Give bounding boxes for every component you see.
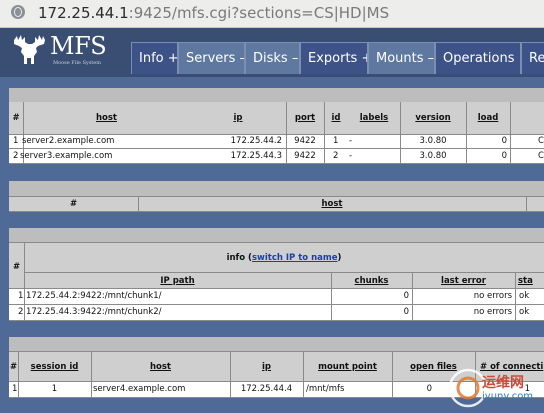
servers-cell-labels: -: [349, 151, 353, 161]
servers-col-load[interactable]: load: [466, 112, 510, 124]
mounts-cell-open-files: 0: [426, 384, 432, 394]
tab-exports[interactable]: Exports +: [300, 42, 368, 74]
mounts-cell-num: 1: [12, 384, 18, 394]
disks-col-num: #: [12, 262, 21, 272]
servers-cell-id: 2: [333, 151, 339, 161]
mounts-col-num: #: [9, 362, 18, 372]
disks-section-bar: [9, 228, 544, 242]
mounts-cell-ip: 172.25.44.4: [240, 384, 293, 394]
servers-cell-version: 3.0.80: [419, 136, 447, 146]
disks-cell-last-error: no errors: [473, 307, 512, 317]
servers-section-bar: [9, 88, 544, 102]
globe-icon: [11, 5, 25, 19]
servers-cell-extra: C: [538, 151, 544, 161]
watermark-text: 运维网: [482, 375, 524, 391]
disks-col-chunks[interactable]: chunks: [331, 275, 412, 287]
disks-col-info: info (switch IP to name): [226, 253, 342, 263]
disks-cell-chunks: 0: [403, 291, 409, 301]
mounts-cell-host: server4.example.com: [93, 384, 186, 394]
disks-col-ip-path[interactable]: IP path: [24, 275, 331, 287]
servers-cell-port: 9422: [294, 136, 316, 146]
servers-cell-version: 3.0.80: [419, 151, 447, 161]
url-field[interactable]: 172.25.44.1:9425/mfs.cgi?sections=CS|HD|…: [38, 4, 389, 22]
servers-cell-ip: 172.25.44.2: [230, 136, 282, 146]
tab-operations[interactable]: Operations +: [435, 42, 521, 74]
metaloggers-col-host[interactable]: host: [138, 198, 526, 210]
disks-cell-num: 1: [18, 291, 24, 301]
servers-col-host[interactable]: host: [23, 112, 190, 124]
logo-subtitle: Moose File System: [53, 60, 101, 66]
tab-resources[interactable]: Re: [521, 42, 544, 74]
servers-cell-extra: C: [538, 136, 544, 146]
mounts-col-ip[interactable]: ip: [230, 361, 303, 373]
mounts-section-bar: [9, 337, 544, 351]
servers-cell-host: server3.example.com: [20, 151, 113, 161]
logo-text: MFS: [50, 32, 107, 60]
disks-cell-ip-path: 172.25.44.2:9422:/mnt/chunk1/: [26, 291, 162, 301]
servers-cell-num: 2: [13, 151, 19, 161]
mounts-cell-session-id: 1: [51, 384, 58, 394]
mounts-col-session-id[interactable]: session id: [18, 361, 91, 373]
url-path: :9425/mfs.cgi?sections=CS|HD|MS: [128, 4, 390, 22]
tab-info[interactable]: Info +: [131, 42, 178, 74]
servers-col-ip[interactable]: ip: [190, 112, 286, 124]
servers-cell-load: 0: [501, 136, 507, 146]
tab-servers[interactable]: Servers –: [178, 42, 245, 74]
servers-cell-load: 0: [501, 151, 507, 161]
servers-col-id[interactable]: id: [324, 112, 348, 124]
servers-cell-labels: -: [349, 136, 353, 146]
metaloggers-section-bar: [9, 181, 544, 196]
watermark-subtext: iyunv.com: [482, 391, 534, 402]
servers-cell-num: 1: [13, 136, 19, 146]
disks-cell-ip-path: 172.25.44.3:9422:/mnt/chunk2/: [26, 307, 162, 317]
servers-cell-port: 9422: [294, 151, 316, 161]
tab-disks[interactable]: Disks –: [245, 42, 300, 74]
moose-logo-icon: [14, 35, 45, 64]
servers-col-labels[interactable]: labels: [348, 112, 400, 124]
disks-col-status[interactable]: sta: [515, 275, 544, 287]
servers-col-num: #: [12, 113, 20, 123]
disks-col-last-error[interactable]: last error: [412, 275, 515, 287]
servers-cell-host: server2.example.com: [22, 136, 115, 146]
disks-cell-status: ok: [519, 291, 530, 301]
metaloggers-col-num: #: [69, 199, 78, 209]
servers-col-port[interactable]: port: [286, 112, 324, 124]
url-host: 172.25.44.1: [38, 4, 129, 22]
disks-cell-chunks: 0: [403, 307, 409, 317]
mounts-col-mount-point[interactable]: mount point: [303, 361, 392, 373]
disks-cell-status: ok: [519, 307, 530, 317]
servers-col-version[interactable]: version: [400, 112, 466, 124]
servers-cell-id: 1: [333, 136, 339, 146]
mounts-col-host[interactable]: host: [91, 361, 230, 373]
mounts-cell-mount-point: /mnt/mfs: [306, 384, 345, 394]
servers-cell-ip: 172.25.44.3: [230, 151, 282, 161]
tab-mounts[interactable]: Mounts –: [368, 42, 435, 74]
switch-ip-to-name-link[interactable]: switch IP to name: [252, 253, 338, 263]
disks-cell-last-error: no errors: [473, 291, 512, 301]
disks-cell-num: 2: [18, 307, 24, 317]
